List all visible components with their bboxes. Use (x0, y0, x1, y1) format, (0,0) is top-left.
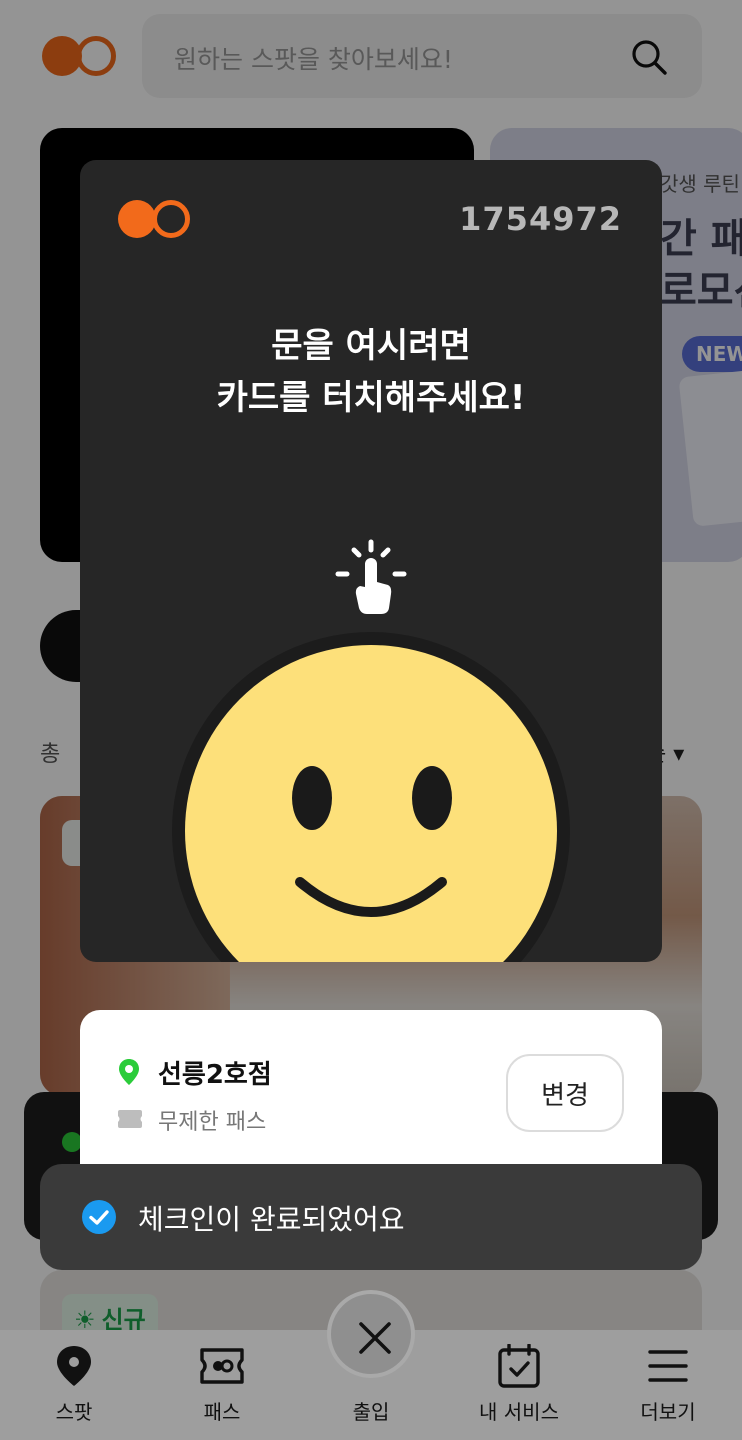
smiley-face-icon (172, 632, 570, 962)
toast-message: 체크인이 완료되었어요 (138, 1203, 405, 1236)
location-pin-icon (119, 1059, 139, 1085)
nav-label-my-service: 내 서비스 (479, 1400, 559, 1424)
logo-dot-filled (118, 200, 156, 238)
check-circle-icon (82, 1200, 116, 1234)
branch-panel: 선릉2호점 무제한 패스 변경 (80, 1010, 662, 1170)
ticket-icon (200, 1348, 244, 1384)
nav-item-my-service[interactable]: 내 서비스 (445, 1330, 593, 1440)
change-branch-button[interactable]: 변경 (506, 1054, 624, 1132)
nav-label-more: 더보기 (640, 1400, 696, 1424)
instruction-line2: 카드를 터치해주세요! (216, 378, 526, 418)
nav-item-pass[interactable]: 패스 (148, 1330, 296, 1440)
tap-instruction: 문을 여시려면 카드를 터치해주세요! (80, 320, 662, 424)
close-pass-button[interactable] (327, 1290, 415, 1378)
branch-name: 선릉2호점 (158, 1060, 272, 1090)
nav-item-more[interactable]: 더보기 (594, 1330, 742, 1440)
location-pin-icon (57, 1346, 91, 1386)
menu-icon (648, 1350, 688, 1382)
entry-pass-card[interactable]: 1754972 문을 여시려면 카드를 터치해주세요! (80, 160, 662, 962)
finger-tap-icon (335, 539, 407, 614)
pass-type: 무제한 패스 (158, 1110, 267, 1135)
pass-brand-logo (118, 200, 192, 240)
member-number: 1754972 (459, 200, 622, 238)
checkin-toast: 체크인이 완료되었어요 (40, 1164, 702, 1270)
logo-dot-outline (152, 200, 190, 238)
close-icon (359, 1322, 391, 1354)
nav-label-entry: 출입 (352, 1400, 390, 1424)
nav-label-spot: 스팟 (55, 1400, 93, 1424)
instruction-line1: 문을 여시려면 (271, 326, 471, 366)
nav-label-pass: 패스 (203, 1400, 241, 1424)
calendar-icon (498, 1344, 540, 1388)
nav-item-spot[interactable]: 스팟 (0, 1330, 148, 1440)
ticket-icon (118, 1110, 142, 1128)
